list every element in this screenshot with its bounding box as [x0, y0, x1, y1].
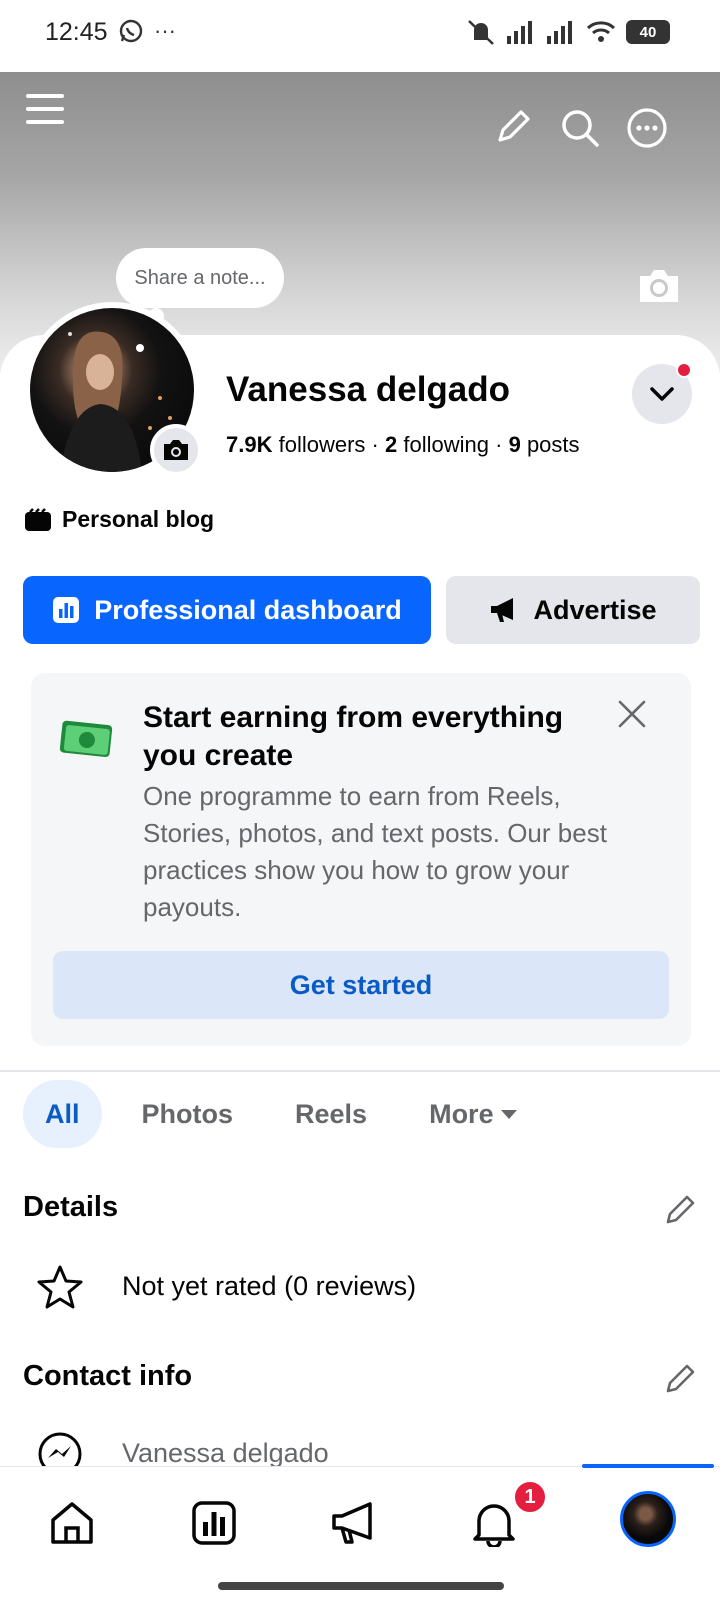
search-icon[interactable] — [560, 108, 600, 148]
messenger-name: Vanessa delgado — [122, 1438, 329, 1468]
more-icon[interactable] — [626, 107, 668, 149]
active-tab-indicator — [582, 1464, 714, 1468]
battery-indicator: 40 — [626, 20, 670, 44]
tab-more[interactable]: More — [407, 1080, 540, 1148]
rating-row — [36, 1264, 84, 1310]
star-icon — [37, 1265, 83, 1309]
signal-icon — [507, 21, 532, 44]
avatar-camera-button[interactable] — [150, 424, 202, 476]
money-icon — [59, 720, 113, 758]
home-icon — [51, 1502, 93, 1544]
tab-label: All — [45, 1098, 80, 1129]
clapperboard-icon — [25, 507, 51, 531]
status-time: 12:45 — [45, 18, 108, 46]
share-note-bubble[interactable]: Share a note... — [116, 248, 284, 308]
following-label[interactable]: following — [403, 432, 489, 457]
bottom-navigation: 1 — [0, 1464, 720, 1600]
tab-reels[interactable]: Reels — [273, 1080, 389, 1148]
pencil-icon[interactable] — [664, 1361, 698, 1395]
content-tabs: All Photos Reels More — [23, 1080, 558, 1148]
camera-icon — [164, 440, 188, 460]
dashboard-icon — [192, 1501, 236, 1545]
stats-separator: · — [495, 432, 503, 457]
rating-text: Not yet rated (0 reviews) — [122, 1271, 417, 1301]
bell-icon — [473, 1504, 515, 1547]
tab-label: Reels — [295, 1098, 368, 1129]
note-placeholder: Share a note... — [134, 266, 266, 289]
category-label: Personal blog — [62, 506, 215, 532]
camera-icon[interactable] — [636, 266, 682, 306]
menu-icon[interactable] — [26, 90, 64, 128]
nav-profile-avatar[interactable] — [620, 1491, 676, 1547]
professional-dashboard-button[interactable]: Professional dashboard — [23, 576, 431, 644]
status-bar: 12:45 ··· 40 — [0, 0, 720, 72]
tab-label: Photos — [141, 1098, 234, 1129]
tab-label: More — [429, 1098, 494, 1129]
card-title: Start earning from everything you create — [143, 701, 564, 772]
nav-ads[interactable] — [326, 1495, 382, 1551]
posts-label: posts — [526, 432, 580, 457]
section-divider — [0, 1070, 720, 1072]
vibrate-off-icon — [468, 20, 494, 45]
earning-promo-card: Start earning from everything you create… — [31, 673, 691, 1046]
close-icon[interactable] — [617, 699, 647, 729]
nav-home[interactable] — [44, 1495, 100, 1551]
chevron-down-icon — [650, 387, 674, 401]
contact-info-title: Contact info — [23, 1360, 193, 1392]
followers-count[interactable]: 7.9K — [226, 432, 272, 457]
stats-separator: · — [371, 432, 379, 457]
bar-chart-icon — [53, 597, 80, 623]
followers-label[interactable]: followers — [279, 432, 366, 457]
advertise-button[interactable]: Advertise — [446, 576, 700, 644]
tab-all[interactable]: All — [23, 1080, 102, 1148]
details-title: Details — [23, 1191, 119, 1223]
caret-down-icon — [500, 1110, 517, 1119]
get-started-button[interactable]: Get started — [53, 951, 669, 1019]
megaphone-icon — [491, 598, 514, 622]
profile-stats: 7.9K followers · 2 following · 9 posts — [226, 432, 580, 458]
notification-dot — [676, 362, 692, 378]
profile-name: Vanessa delgado — [226, 370, 511, 409]
signal-icon-2 — [547, 21, 572, 44]
wifi-icon — [586, 21, 616, 42]
professional-dashboard-label: Professional dashboard — [94, 594, 402, 625]
megaphone-icon — [332, 1502, 372, 1544]
posts-count: 9 — [508, 432, 521, 457]
advertise-label: Advertise — [533, 594, 657, 625]
notification-badge: 1 — [512, 1479, 548, 1515]
tab-photos[interactable]: Photos — [120, 1080, 256, 1148]
profile-category: Personal blog — [24, 506, 214, 533]
pencil-icon[interactable] — [664, 1192, 698, 1226]
whatsapp-icon — [119, 19, 143, 43]
home-indicator[interactable] — [218, 1582, 504, 1590]
pencil-icon[interactable] — [494, 108, 532, 146]
following-count[interactable]: 2 — [385, 432, 397, 457]
card-body: One programme to earn from Reels, Storie… — [143, 781, 607, 922]
status-more: ··· — [154, 18, 176, 43]
nav-dashboard[interactable] — [186, 1495, 242, 1551]
